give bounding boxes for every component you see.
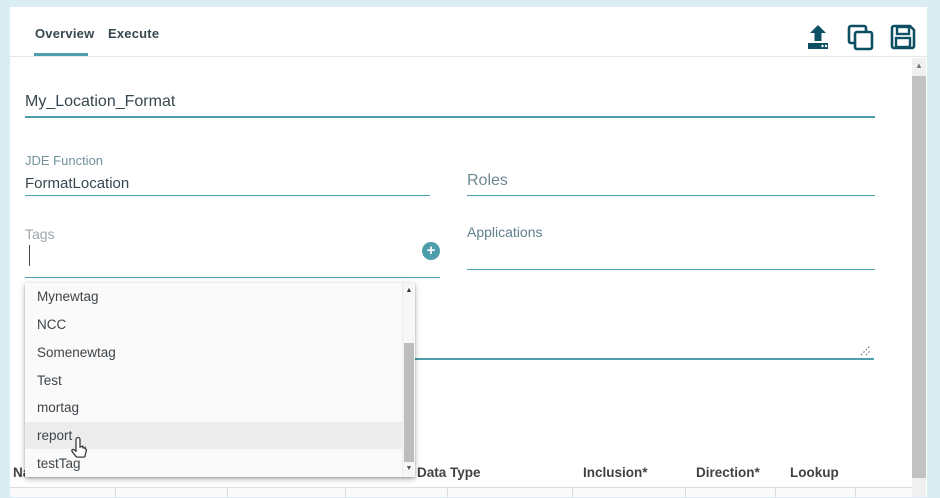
scroll-up-icon[interactable]: ▲ [912, 58, 926, 74]
jde-function-label: JDE Function [25, 153, 103, 168]
save-icon[interactable] [888, 22, 918, 52]
name-input[interactable]: My_Location_Format [25, 93, 175, 111]
roles-input[interactable]: Roles [467, 172, 508, 190]
roles-underline [467, 195, 875, 196]
table-header-inclusion: Inclusion* [583, 465, 648, 480]
applications-underline [467, 269, 875, 270]
tags-dropdown-option[interactable]: NCC [25, 311, 415, 339]
upload-icon[interactable] [803, 22, 833, 52]
tags-dropdown-option[interactable]: Somenewtag [25, 338, 415, 366]
active-tab-indicator [34, 53, 88, 56]
tab-bar: Overview Execute [10, 7, 927, 57]
table-header-direction: Direction* [696, 465, 760, 480]
copy-icon[interactable] [845, 22, 875, 52]
dropdown-scrollbar[interactable]: ▲ ▼ [402, 283, 415, 477]
add-tag-button[interactable]: + [422, 242, 440, 260]
scroll-down-icon[interactable]: ▼ [403, 463, 415, 475]
tags-dropdown-option[interactable]: mortag [25, 394, 415, 422]
table-header-lookup: Lookup [790, 465, 839, 480]
tags-input-underline[interactable] [25, 277, 440, 278]
resize-grip-icon[interactable] [858, 344, 872, 356]
main-scrollbar[interactable]: ▲ [912, 58, 926, 497]
jde-function-underline [25, 195, 430, 196]
applications-input[interactable]: Applications [467, 224, 543, 240]
scroll-up-icon[interactable]: ▲ [403, 285, 415, 297]
tab-overview[interactable]: Overview [35, 26, 94, 41]
tags-dropdown-option[interactable]: Mynewtag [25, 283, 415, 311]
table-row [10, 487, 912, 497]
text-caret [29, 245, 30, 266]
jde-function-input[interactable]: FormatLocation [25, 175, 129, 192]
name-input-underline [25, 116, 875, 118]
main-scrollbar-thumb[interactable] [912, 76, 926, 478]
tab-execute[interactable]: Execute [108, 26, 159, 41]
tags-label: Tags [25, 226, 55, 242]
tags-dropdown-option[interactable]: Test [25, 366, 415, 394]
dropdown-scrollbar-thumb[interactable] [404, 343, 414, 462]
table-header-data-type: Data Type [417, 465, 481, 480]
cursor-pointer-icon [70, 436, 92, 462]
page: Overview Execute My_Location_Format JDE … [0, 0, 940, 497]
